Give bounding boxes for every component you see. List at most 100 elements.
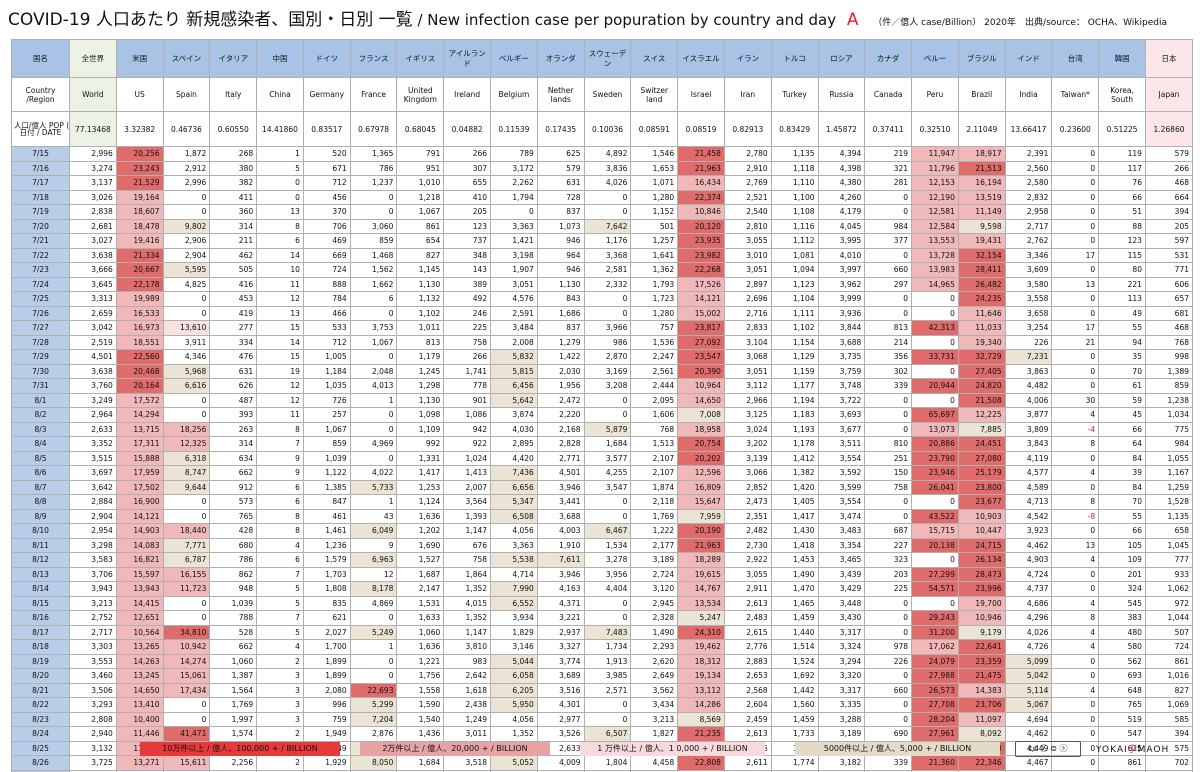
data-cell: 687 — [864, 523, 913, 539]
country-name-jp: 台湾 — [1051, 39, 1100, 78]
data-cell: 1,636 — [396, 639, 445, 655]
data-cell: 4,694 — [1004, 711, 1053, 727]
data-cell: 469 — [302, 233, 351, 249]
data-cell: 4,380 — [817, 175, 866, 191]
data-cell: 3,956 — [583, 566, 632, 582]
data-cell: 0 — [1051, 450, 1100, 466]
data-cell: 0 — [864, 595, 913, 611]
data-cell: 1,280 — [630, 305, 679, 321]
data-cell: 758 — [443, 334, 492, 350]
data-cell: 17 — [1051, 247, 1100, 263]
data-cell: 3,923 — [1004, 523, 1053, 539]
data-cell: 4,026 — [1004, 624, 1053, 640]
data-cell: 466 — [302, 305, 351, 321]
data-cell: 23,982 — [677, 247, 725, 263]
data-cell: 3,132 — [69, 740, 117, 756]
country-name-jp: ペルー — [911, 39, 959, 78]
data-cell: 7 — [256, 566, 304, 582]
country-name-jp: ブラジル — [957, 39, 1006, 78]
data-cell: 1,362 — [630, 262, 679, 278]
data-cell: 28,204 — [911, 711, 959, 727]
data-cell: 1,024 — [443, 450, 492, 466]
data-cell: 664 — [1144, 189, 1194, 205]
data-cell: 728 — [536, 189, 585, 205]
data-cell: 1,528 — [1144, 494, 1194, 510]
data-cell: 20,667 — [115, 262, 164, 278]
data-cell: 3,429 — [817, 581, 866, 597]
data-cell: 1,132 — [396, 291, 445, 307]
data-cell: 3,518 — [443, 755, 492, 771]
data-cell: 1,279 — [536, 334, 585, 350]
data-cell: 117 — [1098, 160, 1146, 176]
data-cell: 3,051 — [490, 276, 538, 292]
data-cell: 1,100 — [770, 189, 819, 205]
data-cell: 1,177 — [770, 378, 819, 394]
data-cell: 339 — [864, 378, 913, 394]
data-cell: 2,611 — [723, 755, 772, 771]
data-cell: 23,946 — [911, 465, 959, 481]
data-cell: 4,371 — [536, 595, 585, 611]
data-cell: 1,130 — [536, 276, 585, 292]
data-cell: 861 — [1144, 653, 1194, 669]
data-cell: 3,474 — [817, 508, 866, 524]
table-row: 7/17 3,137 21,529 2,996 382 0 712 1,237 1,010 655… — [11, 175, 1194, 191]
data-cell: 2,922 — [723, 552, 772, 568]
data-cell: 14,274 — [162, 653, 211, 669]
data-cell: 13,519 — [957, 189, 1006, 205]
data-cell: 94 — [1098, 334, 1146, 350]
population-value: 2.11049 — [957, 111, 1006, 147]
data-cell: 978 — [864, 639, 913, 655]
data-cell: 14 — [256, 247, 304, 263]
table-row: 8/3 2,633 13,715 18,256 263 8 1,067 0 1,109 942 4,… — [11, 421, 1194, 437]
data-cell: 2,482 — [723, 523, 772, 539]
data-cell: 2,649 — [630, 668, 679, 684]
data-cell: 1,352 — [443, 581, 492, 597]
data-cell: 1,641 — [630, 247, 679, 263]
data-cell: 621 — [302, 610, 351, 626]
data-cell: 1,413 — [443, 465, 492, 481]
data-cell: 1,280 — [630, 189, 679, 205]
data-cell: 3,562 — [630, 682, 679, 698]
data-cell: 3 — [256, 668, 304, 684]
corner-pop-date: 人口/億人 POP (億/Bn)日付 / DATE — [11, 111, 70, 147]
data-cell: 17,959 — [115, 465, 164, 481]
data-cell: 775 — [1144, 421, 1194, 437]
data-cell: 1,179 — [396, 349, 445, 365]
population-value: 0.08591 — [630, 111, 679, 147]
corner-label: 国名 — [11, 39, 70, 78]
data-cell: 7 — [256, 610, 304, 626]
data-cell: 18,312 — [677, 653, 725, 669]
data-cell: 12,190 — [911, 189, 959, 205]
data-cell: 4,260 — [817, 189, 866, 205]
data-cell: 1,459 — [770, 610, 819, 626]
data-cell: 0 — [162, 595, 211, 611]
population-value: 0.08519 — [677, 111, 725, 147]
data-cell: 246 — [443, 305, 492, 321]
data-cell: 658 — [1144, 523, 1194, 539]
data-cell: 1,147 — [443, 523, 492, 539]
data-cell: 2,808 — [69, 711, 117, 727]
data-cell: 297 — [864, 276, 913, 292]
data-cell: 4,013 — [349, 378, 398, 394]
country-name-en: Nether lands — [536, 77, 585, 112]
data-cell: 2,945 — [630, 595, 679, 611]
data-cell: 21,334 — [115, 247, 164, 263]
data-cell: 314 — [209, 436, 258, 452]
data-cell: 3,051 — [723, 363, 772, 379]
data-cell: 14,650 — [677, 392, 725, 408]
data-cell: 758 — [443, 552, 492, 568]
country-name-jp: イギリス — [396, 39, 445, 78]
data-cell: 861 — [396, 218, 445, 234]
data-cell: 1,352 — [490, 726, 538, 742]
data-cell: 3,725 — [69, 755, 117, 771]
data-cell: 0 — [864, 189, 913, 205]
legend-5000: 5000件以上 / 億人、5,000 + / BILLION — [795, 742, 1000, 756]
data-cell: 11,947 — [911, 146, 959, 162]
data-cell: 20,944 — [911, 378, 959, 394]
data-cell: 1,104 — [770, 291, 819, 307]
table-row: 7/21 3,027 19,416 2,906 211 6 469 859 654 737 1,42… — [11, 233, 1194, 249]
data-cell: 10,400 — [115, 711, 164, 727]
data-cell: 3,112 — [723, 378, 772, 394]
data-cell: 6,508 — [490, 508, 538, 524]
data-cell: 3,580 — [1004, 276, 1053, 292]
